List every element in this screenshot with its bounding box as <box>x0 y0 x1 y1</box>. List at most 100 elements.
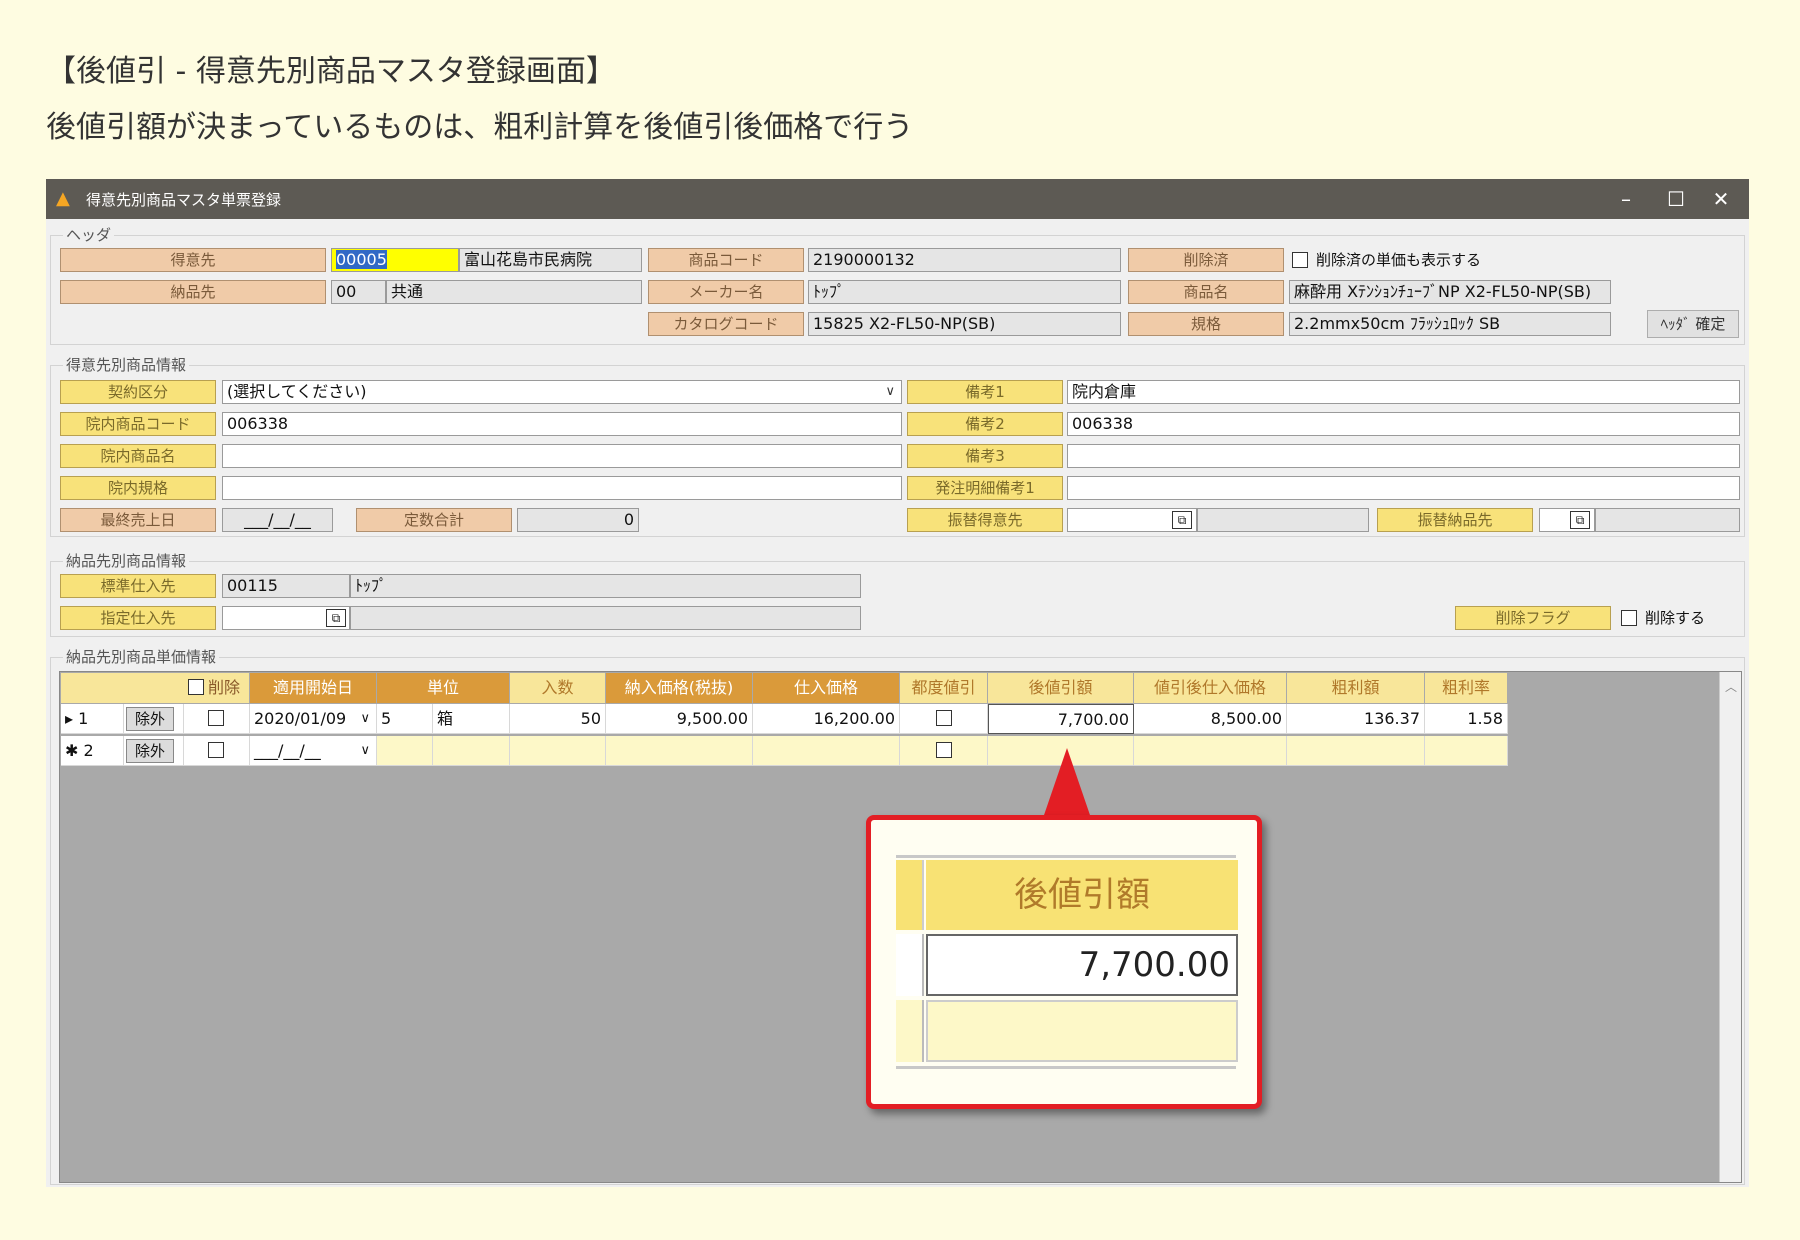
col-header-unit[interactable]: 単位 <box>377 673 509 703</box>
col-header-quantity[interactable]: 入数 <box>510 673 605 703</box>
transfer-delivery-label: 振替納品先 <box>1377 508 1533 532</box>
window-title: 得意先別商品マスタ単票登録 <box>86 191 282 209</box>
copy-icon[interactable]: ⧉ <box>1172 511 1192 529</box>
note2-field[interactable]: 006338 <box>1067 412 1740 436</box>
hospital-code-field[interactable]: 006338 <box>222 412 902 436</box>
each-discount-cell <box>900 704 988 734</box>
show-deleted-checkbox[interactable] <box>1292 252 1308 268</box>
start-date-cell[interactable]: ___/__/__ ∨ <box>250 736 377 766</box>
callout-bottom-rule <box>896 1066 1236 1069</box>
chevron-down-icon: ∨ <box>885 384 895 399</box>
col-header-delete-label: 削除 <box>208 678 241 697</box>
purchase-price-cell[interactable] <box>753 736 900 766</box>
catalog-code-label: カタログコード <box>648 312 804 336</box>
delivery-code-field[interactable]: 00 <box>331 280 386 304</box>
delivery-product-group-label: 納品先別商品情報 <box>63 552 190 570</box>
row-delete-cell <box>184 704 250 734</box>
header-group-label: ヘッダ <box>63 226 115 244</box>
col-header-purchase-price[interactable]: 仕入価格 <box>753 673 899 703</box>
col-header-rebate[interactable]: 後値引額 <box>988 673 1133 703</box>
designated-supplier-field[interactable]: ⧉ <box>222 606 350 630</box>
customer-name-field: 富山花島市民病院 <box>459 248 642 272</box>
copy-icon[interactable]: ⧉ <box>1570 511 1590 529</box>
delivery-price-cell[interactable]: 9,500.00 <box>606 704 753 734</box>
hospital-name-field[interactable] <box>222 444 902 468</box>
product-code-field[interactable]: 2190000132 <box>808 248 1121 272</box>
transfer-customer-name-field <box>1197 508 1369 532</box>
quantity-cell: 50 <box>510 704 606 734</box>
select-all-checkbox[interactable] <box>188 679 204 695</box>
unit-name-cell: 箱 <box>433 704 510 734</box>
callout-rebate-header: 後値引額 <box>926 860 1238 930</box>
transfer-customer-field[interactable]: ⧉ <box>1067 508 1197 532</box>
rebate-cell[interactable]: 7,700.00 <box>988 704 1134 734</box>
price-grid-group-label: 納品先別商品単価情報 <box>63 648 220 666</box>
col-header-start-date[interactable]: 適用開始日 <box>250 673 376 703</box>
maker-field: ﾄｯﾌﾟ <box>808 280 1121 304</box>
instruction-title: 【後値引 - 得意先別商品マスタ登録画面】 <box>46 54 616 89</box>
close-button[interactable]: ✕ <box>1696 183 1746 215</box>
exclude-button[interactable]: 除外 <box>126 707 174 731</box>
col-header-gross-profit[interactable]: 粗利額 <box>1287 673 1424 703</box>
purchase-price-cell[interactable]: 16,200.00 <box>753 704 900 734</box>
gross-rate-cell <box>1425 736 1508 766</box>
each-discount-checkbox[interactable] <box>936 710 952 726</box>
delete-flag-checkbox[interactable] <box>1621 610 1637 626</box>
callout-rebate-value: 7,700.00 <box>926 934 1238 996</box>
unit-qty-cell[interactable] <box>377 736 433 766</box>
chevron-down-icon[interactable]: ∨ <box>360 736 370 765</box>
std-supplier-name-field: ﾄｯﾌﾟ <box>350 574 861 598</box>
transfer-delivery-field[interactable]: ⧉ <box>1539 508 1595 532</box>
gross-rate-cell: 1.58 <box>1425 704 1508 734</box>
unit-qty-cell[interactable]: 5 <box>377 704 433 734</box>
start-date-cell[interactable]: 2020/01/09 ∨ <box>250 704 377 734</box>
col-header-delete[interactable]: 削除 <box>184 673 249 703</box>
product-name-field: 麻酔用 XﾃﾝｼｮﾝﾁｭｰﾌﾞNP X2-FL50-NP(SB) <box>1289 280 1611 304</box>
row-marker: ✱ 2 <box>61 736 124 766</box>
col-header-delivery-price[interactable]: 納入価格(税抜) <box>606 673 752 703</box>
delivery-label: 納品先 <box>60 280 326 304</box>
customer-product-group-label: 得意先別商品情報 <box>63 356 190 374</box>
copy-icon[interactable]: ⧉ <box>326 609 346 627</box>
net-purchase-cell <box>1134 736 1287 766</box>
vertical-scrollbar[interactable]: ︿ <box>1719 672 1741 1182</box>
col-header-net-purchase[interactable]: 値引後仕入価格 <box>1134 673 1286 703</box>
order-note-label: 発注明細備考1 <box>907 476 1063 500</box>
note1-field[interactable]: 院内倉庫 <box>1067 380 1740 404</box>
note3-field[interactable] <box>1067 444 1740 468</box>
callout-left-stub <box>896 934 924 996</box>
delivery-price-cell[interactable] <box>606 736 753 766</box>
col-header-each-discount[interactable]: 都度値引 <box>900 673 987 703</box>
hospital-spec-field[interactable] <box>222 476 902 500</box>
each-discount-checkbox[interactable] <box>936 742 952 758</box>
spec-field: 2.2mmx50cm ﾌﾗｯｼｭﾛｯｸ SB <box>1289 312 1611 336</box>
row-delete-checkbox[interactable] <box>208 710 224 726</box>
note1-label: 備考1 <box>907 380 1063 404</box>
row-delete-cell <box>184 736 250 766</box>
contract-type-value: (選択してください) <box>227 382 367 401</box>
scroll-up-icon[interactable]: ︿ <box>1725 678 1737 695</box>
col-header-gross-rate[interactable]: 粗利率 <box>1425 673 1507 703</box>
callout-empty-cell <box>926 1000 1238 1062</box>
designated-supplier-name-field <box>350 606 861 630</box>
note2-label: 備考2 <box>907 412 1063 436</box>
header-confirm-button[interactable]: ﾍｯﾀﾞ 確定 <box>1647 310 1739 338</box>
maximize-button[interactable]: ☐ <box>1651 183 1701 215</box>
row-delete-checkbox[interactable] <box>208 742 224 758</box>
grid-corner-header <box>61 673 184 703</box>
contract-type-select[interactable]: (選択してください) ∨ <box>222 380 902 404</box>
instruction-subtitle: 後値引額が決まっているものは、粗利計算を後値引後価格で行う <box>46 110 914 145</box>
row-exclude-cell: 除外 <box>124 704 184 734</box>
net-purchase-cell: 8,500.00 <box>1134 704 1287 734</box>
app-icon: ▲ <box>56 188 70 209</box>
note3-label: 備考3 <box>907 444 1063 468</box>
start-date-value: ___/__/__ <box>254 741 321 760</box>
order-note-field[interactable] <box>1067 476 1740 500</box>
minimize-button[interactable]: – <box>1601 183 1651 215</box>
gross-profit-cell: 136.37 <box>1287 704 1425 734</box>
chevron-down-icon[interactable]: ∨ <box>360 704 370 733</box>
gross-profit-cell <box>1287 736 1425 766</box>
zoom-callout: 後値引額 7,700.00 <box>866 815 1262 1109</box>
customer-code-field[interactable]: 00005 <box>331 248 459 272</box>
exclude-button[interactable]: 除外 <box>126 739 174 763</box>
